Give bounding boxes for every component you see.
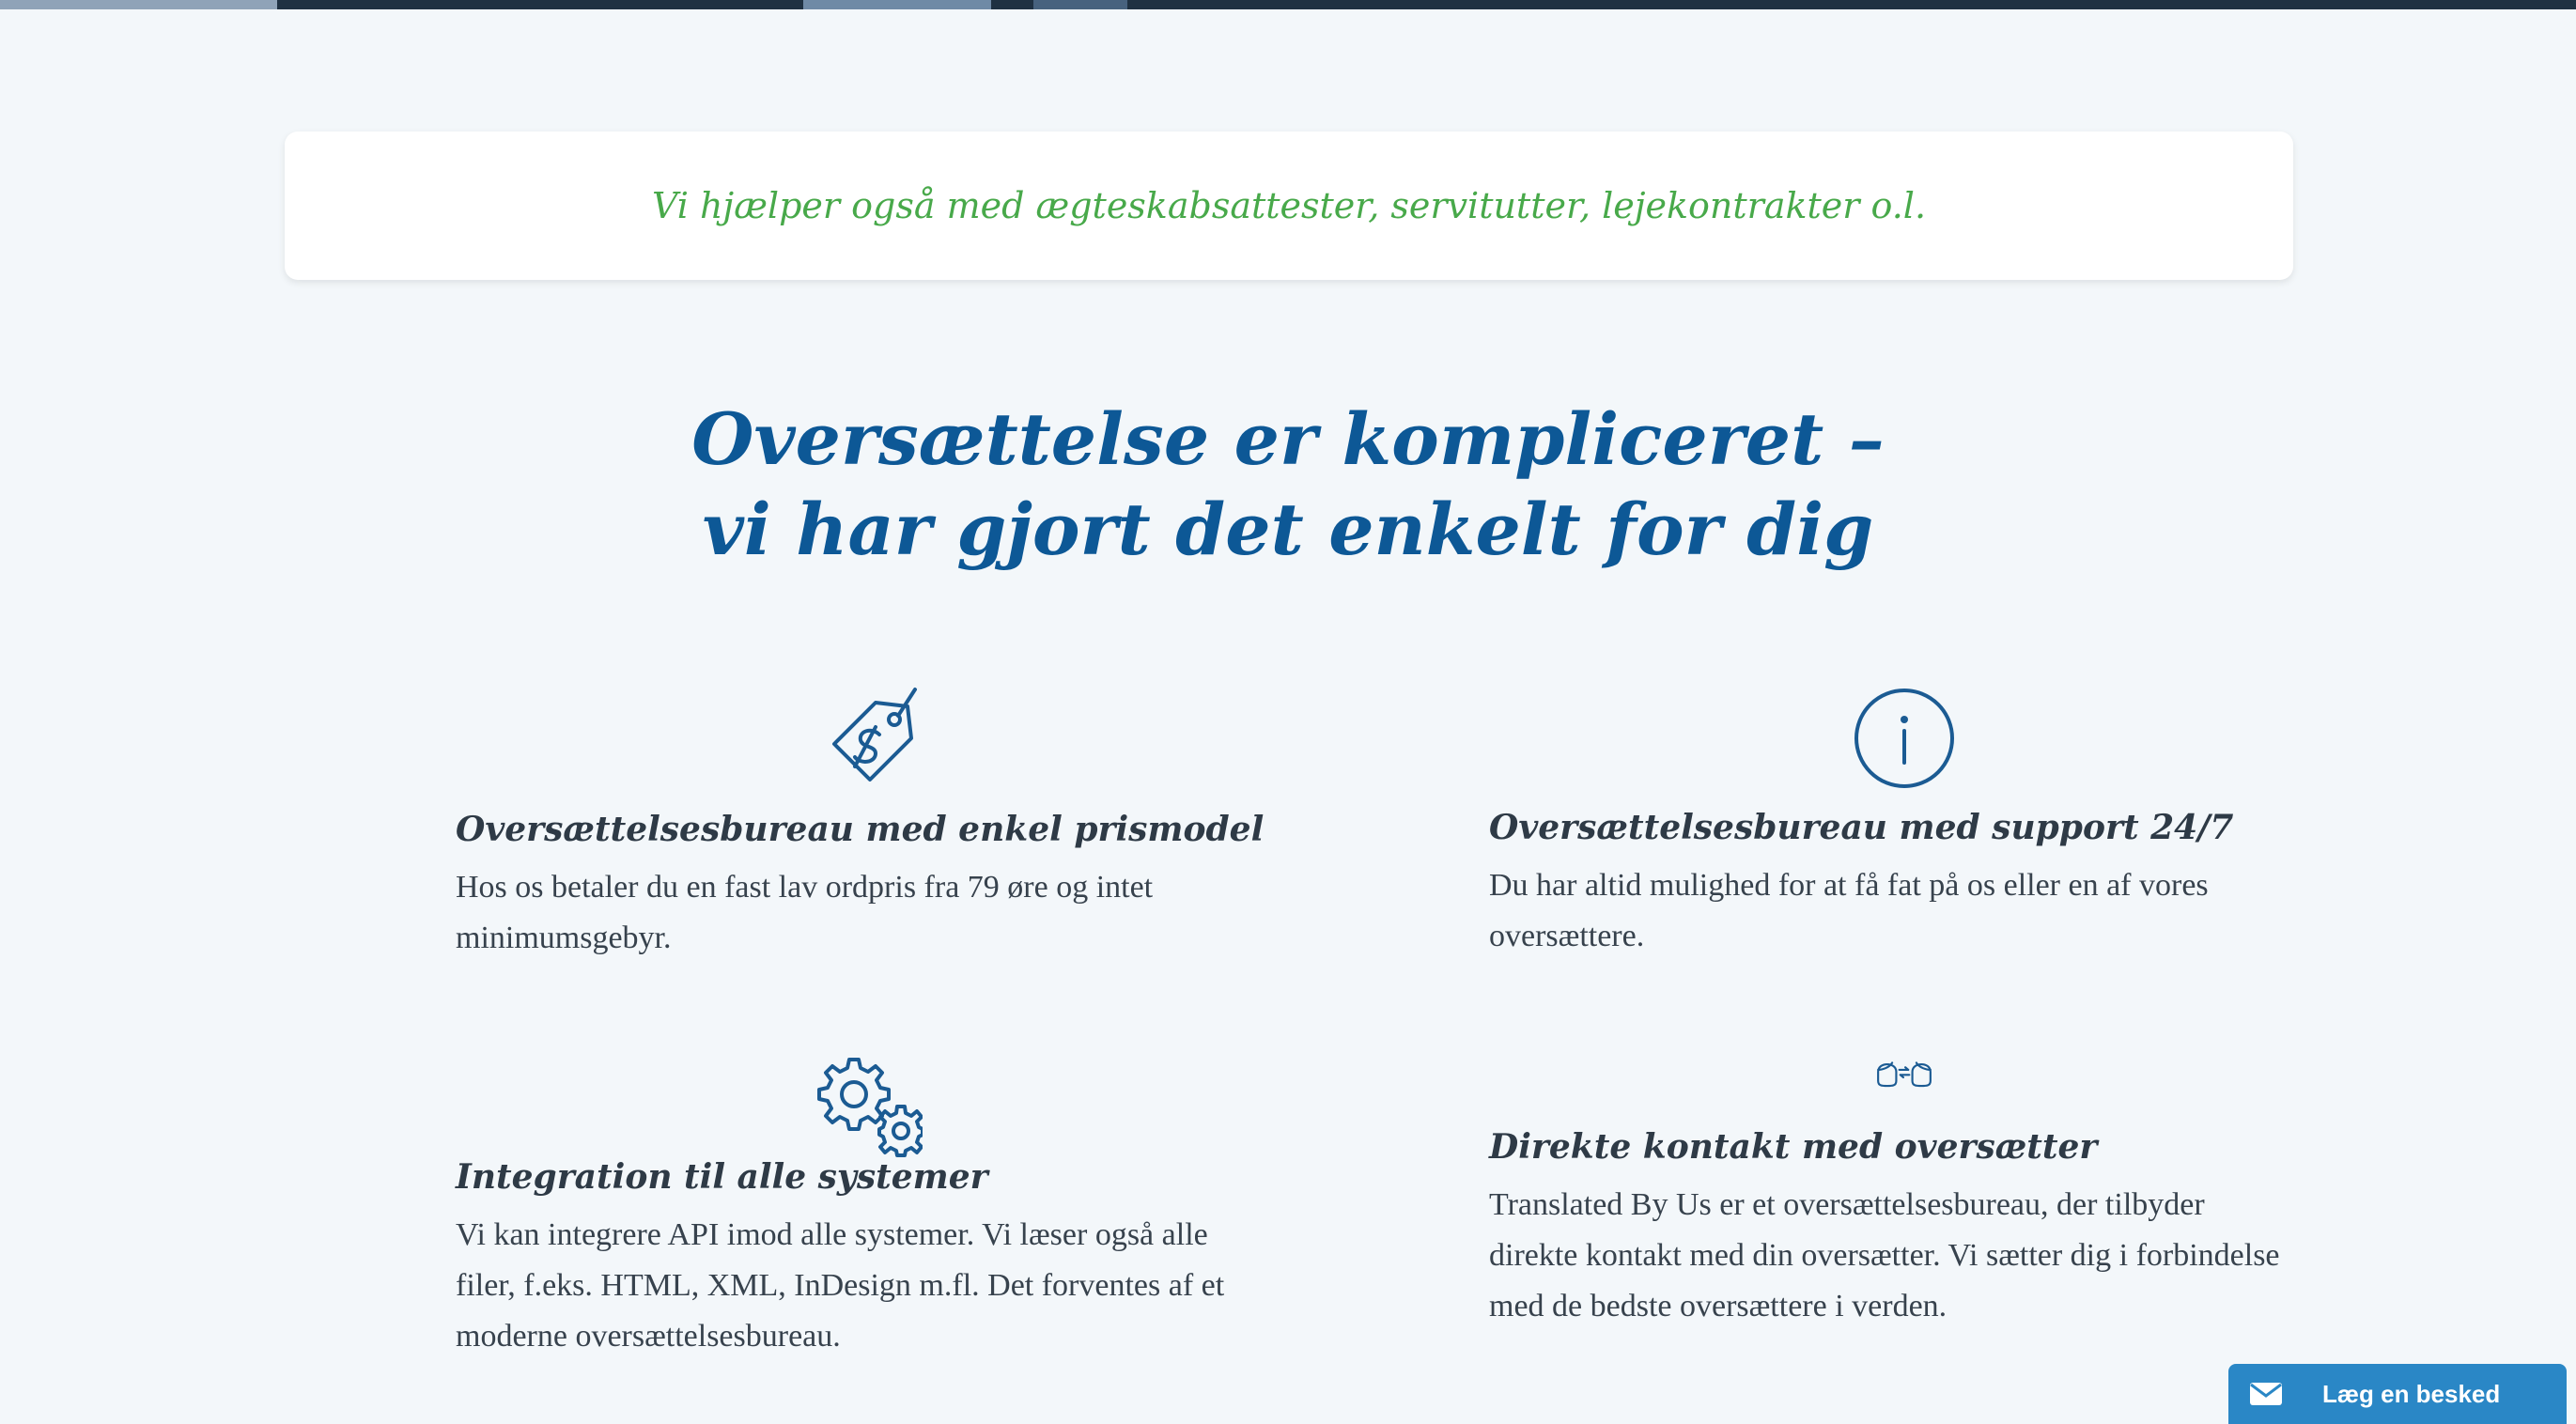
- top-strip-segment: [0, 0, 277, 9]
- feature-support: Oversættelsesbureau med support 24/7 Du …: [1489, 686, 2297, 967]
- gears-icon: [817, 1058, 923, 1157]
- feature-title: Oversættelsesbureau med support 24/7: [1489, 808, 2234, 847]
- info-banner: Vi hjælper også med ægteskabsattester, s…: [285, 132, 2293, 280]
- feature-text: Du har altid mulighed for at få fat på o…: [1489, 868, 2209, 953]
- top-strip-segment: [1033, 0, 1127, 9]
- top-strip-segment: [803, 0, 991, 9]
- feature-title: Integration til alle systemer: [456, 1157, 988, 1197]
- page-headline: Oversættelse er kompliceret – vi har gjo…: [0, 395, 2576, 575]
- feature-title: Oversættelsesbureau med enkel prismodel: [456, 810, 1265, 849]
- people-exchange-icon: [1877, 1061, 1932, 1088]
- headline-line-1: Oversættelse er kompliceret –: [691, 397, 1885, 481]
- leave-message-label: Læg en besked: [2322, 1379, 2501, 1408]
- price-tag-icon: [832, 688, 917, 782]
- headline-line-2: vi har gjort det enkelt for dig: [702, 488, 1874, 571]
- banner-text: Vi hjælper også med ægteskabsattester, s…: [651, 185, 1927, 226]
- feature-integration: Integration til alle systemer Vi kan int…: [456, 1052, 1264, 1371]
- envelope-icon: [2250, 1383, 2282, 1405]
- top-navigation-strip: [0, 0, 2576, 9]
- feature-title: Direkte kontakt med oversætter: [1489, 1127, 2098, 1167]
- info-icon: [1854, 689, 1954, 788]
- feature-pricing: Oversættelsesbureau med enkel prismodel …: [456, 686, 1264, 967]
- feature-text: Hos os betaler du en fast lav ordpris fr…: [456, 870, 1154, 955]
- feature-text: Vi kan integrere API imod alle systemer.…: [456, 1217, 1225, 1354]
- feature-text: Translated By Us er et oversættelsesbure…: [1489, 1187, 2280, 1323]
- feature-direct-contact: Direkte kontakt med oversætter Translate…: [1489, 1057, 2297, 1367]
- leave-message-button[interactable]: Læg en besked: [2228, 1364, 2567, 1424]
